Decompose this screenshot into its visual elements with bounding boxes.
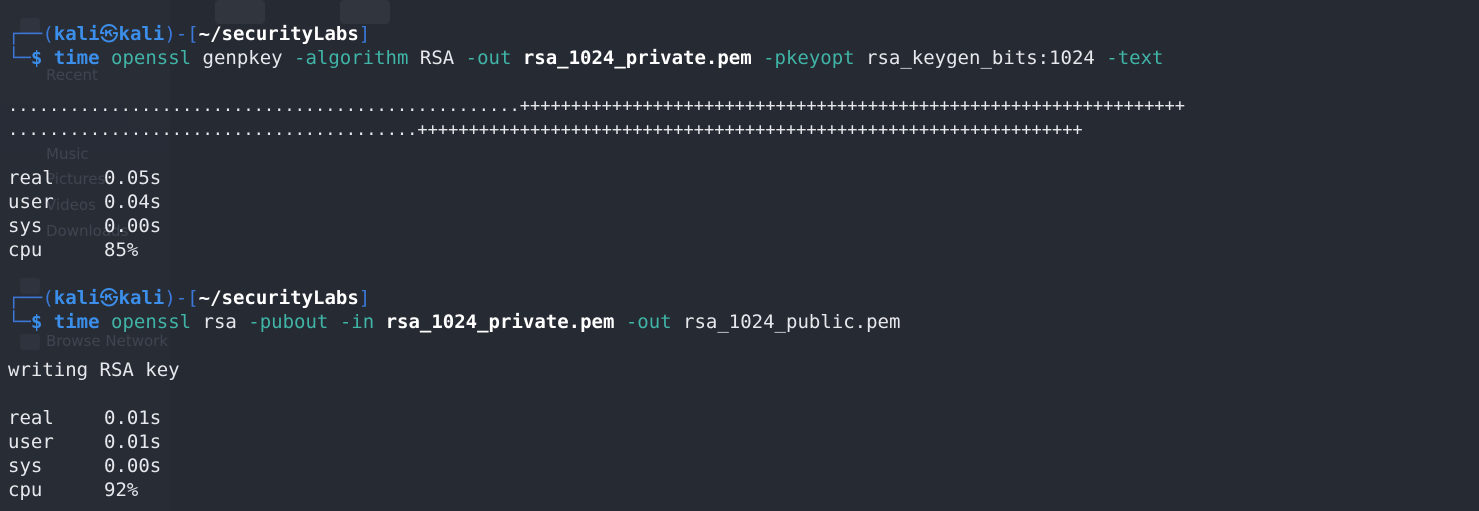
- prompt-frame: ┌──(: [8, 23, 54, 45]
- command-opt: -out: [465, 47, 512, 69]
- command-file: rsa_1024_private.pem: [522, 47, 752, 69]
- timing-value: 0.00s: [104, 455, 162, 477]
- prompt-host: kali: [118, 23, 165, 45]
- timing-label: sys: [8, 215, 43, 237]
- prompt-user: kali: [53, 287, 100, 309]
- prompt-line: ┌──(kali㉿kali)-[~/securityLabs]: [0, 22, 1479, 46]
- prompt-line: ┌──(kali㉿kali)-[~/securityLabs]: [0, 286, 1479, 310]
- timing-value: 85%: [104, 239, 139, 261]
- timing-value: 0.00s: [104, 215, 162, 237]
- command-arg: [614, 311, 625, 333]
- command-arg: rsa_keygen_bits:1024: [854, 47, 1107, 69]
- timing-line: sys 0.00s: [0, 454, 1479, 478]
- timing-value: 92%: [104, 479, 139, 501]
- command-opt: -algorithm: [294, 47, 409, 69]
- prompt-frame: └─: [8, 47, 31, 69]
- output-line: ........................................…: [8, 120, 1083, 140]
- command-opt: -pkeyopt: [763, 47, 855, 69]
- timing-label: cpu: [8, 479, 43, 501]
- command-opt: -in: [339, 311, 375, 333]
- timing-label: real: [8, 407, 54, 429]
- command-time: time: [53, 47, 100, 69]
- prompt-frame: )-[: [164, 23, 199, 45]
- command-opt: -text: [1106, 47, 1164, 69]
- command-args: genpkey -algorithm RSA -out rsa_1024_pri…: [191, 47, 1164, 69]
- prompt-cwd: ~/securityLabs: [198, 23, 359, 45]
- timing-line: user 0.01s: [0, 430, 1479, 454]
- command-opt: -pubout: [248, 311, 329, 333]
- command-program: openssl: [111, 47, 192, 69]
- command-file: rsa_1024_private.pem: [385, 311, 615, 333]
- timing-value: 0.01s: [104, 431, 162, 453]
- timing-line: cpu 92%: [0, 478, 1479, 502]
- command-line[interactable]: └─$ time openssl rsa -pubout -in rsa_102…: [0, 310, 1479, 334]
- timing-label: user: [8, 431, 54, 453]
- timing-line: sys 0.00s: [0, 214, 1479, 238]
- command-arg: RSA: [408, 47, 466, 69]
- command-line[interactable]: └─$ time openssl genpkey -algorithm RSA …: [0, 46, 1479, 70]
- command-program: openssl: [111, 311, 192, 333]
- prompt-dollar: $: [30, 311, 43, 333]
- prompt-frame: )-[: [164, 287, 199, 309]
- prompt-frame: ┌──(: [8, 287, 54, 309]
- prompt-at-icon: ㉿: [99, 287, 119, 309]
- command-args: rsa -pubout -in rsa_1024_private.pem -ou…: [191, 311, 901, 333]
- timing-value: 0.05s: [104, 167, 162, 189]
- timing-line: user 0.04s: [0, 190, 1479, 214]
- command-arg: [374, 311, 385, 333]
- timing-line: real 0.05s: [0, 166, 1479, 190]
- terminal-window[interactable]: Recent Music Pictures Videos Downloads B…: [0, 0, 1479, 511]
- command-arg: [752, 47, 763, 69]
- output-line: writing RSA key: [8, 359, 180, 381]
- prompt-at-icon: ㉿: [99, 23, 119, 45]
- timing-label: cpu: [8, 239, 43, 261]
- command-arg: [511, 47, 522, 69]
- timing-label: real: [8, 167, 54, 189]
- timing-line: cpu 85%: [0, 238, 1479, 262]
- timing-label: user: [8, 191, 54, 213]
- prompt-frame: └─: [8, 311, 31, 333]
- command-arg: [328, 311, 339, 333]
- prompt-cwd: ~/securityLabs: [198, 287, 359, 309]
- command-arg: rsa: [191, 311, 249, 333]
- terminal-output: ┌──(kali㉿kali)-[~/securityLabs] └─$ time…: [0, 0, 1479, 502]
- output-line: ........................................…: [8, 96, 1186, 116]
- timing-line: real 0.01s: [0, 406, 1479, 430]
- prompt-user: kali: [53, 23, 100, 45]
- command-arg: rsa_1024_public.pem: [671, 311, 901, 333]
- prompt-dollar: $: [30, 47, 43, 69]
- prompt-frame: ]: [358, 287, 371, 309]
- timing-value: 0.04s: [104, 191, 162, 213]
- prompt-host: kali: [118, 287, 165, 309]
- command-time: time: [53, 311, 100, 333]
- timing-label: sys: [8, 455, 43, 477]
- command-opt: -out: [625, 311, 672, 333]
- timing-value: 0.01s: [104, 407, 162, 429]
- prompt-frame: ]: [358, 23, 371, 45]
- command-arg: genpkey: [191, 47, 295, 69]
